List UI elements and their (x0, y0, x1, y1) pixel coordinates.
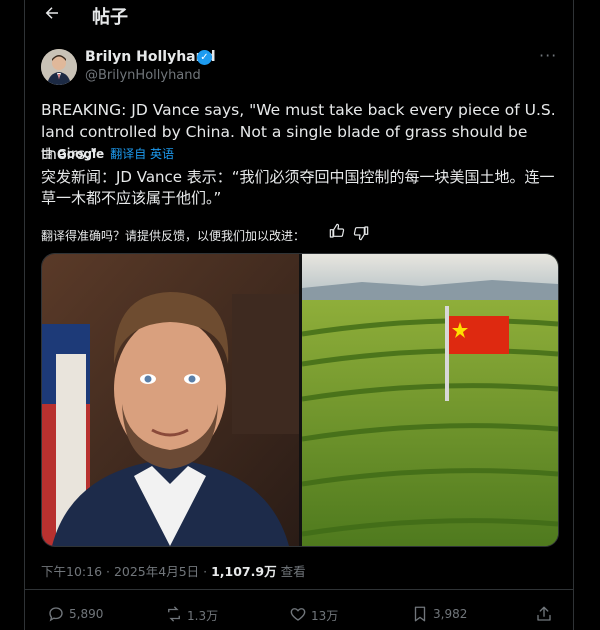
media-grid (41, 253, 559, 547)
repost-count: 1.3万 (187, 609, 219, 623)
reply-icon (49, 607, 63, 622)
share-icon (537, 606, 551, 621)
repost-icon (168, 606, 180, 622)
action-bar: 5,890 1.3万 13万 3,982 (25, 600, 573, 630)
google-logo: Google (57, 147, 105, 161)
heart-icon (290, 608, 306, 621)
translation-attribution: 由 Google 翻译自 英语 (41, 145, 174, 162)
translation-by-label: 由 (41, 147, 54, 161)
bookmark-count: 3,982 (433, 607, 468, 621)
translation-feedback-prompt: 翻译得准确吗？请提供反馈，以便我们加以改进： (41, 229, 306, 243)
views-label: 查看 (276, 564, 306, 579)
translated-text: 突发新闻：JD Vance 表示：“我们必须夺回中国控制的每一块美国土地。连一草… (41, 168, 555, 207)
post-meta: 下午10:16 · 2025年4月5日 · 1,107.9万 查看 (41, 561, 306, 580)
thumbs-down-icon[interactable] (353, 225, 371, 243)
page-title: 帖子 (92, 7, 128, 28)
like-count: 13万 (311, 609, 339, 623)
arrow-left-icon[interactable] (37, 0, 67, 30)
top-bar: 帖子 (25, 0, 573, 32)
verified-badge-icon: ✓ (197, 50, 212, 65)
avatar[interactable] (41, 49, 77, 85)
reply-count: 5,890 (69, 607, 104, 621)
post-timestamp[interactable]: 下午10:16 · 2025年4月5日 · (41, 564, 211, 579)
field-flag-photo[interactable] (301, 254, 558, 546)
thumbs-up-icon[interactable] (329, 223, 347, 241)
portrait-photo[interactable] (42, 254, 299, 546)
post-column: 帖子 Brilyn Hollyhand ✓ @BrilynHollyhand ·… (24, 0, 574, 630)
divider (25, 589, 573, 590)
view-count: 1,107.9万 (211, 564, 277, 579)
author-handle[interactable]: @BrilynHollyhand (85, 68, 201, 83)
translated-from-link[interactable]: 翻译自 英语 (110, 147, 174, 161)
bookmark-icon (414, 606, 426, 622)
more-options-icon[interactable]: ··· (539, 46, 557, 65)
